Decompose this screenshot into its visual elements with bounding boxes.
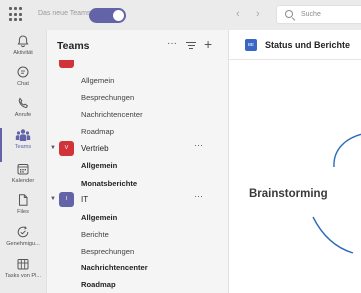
channel-badge: BE xyxy=(245,39,257,51)
approvals-icon xyxy=(17,226,29,238)
title-bar: Das neue Teams ‹ › Suche xyxy=(0,0,361,30)
channel-item[interactable]: Nachrichtencenter xyxy=(81,110,143,119)
team-more-icon[interactable]: ··· xyxy=(194,140,203,150)
rail-label: Chat xyxy=(17,81,29,87)
channel-item[interactable]: Roadmap xyxy=(81,127,114,136)
rail-item-tasks[interactable]: Tasks von Pl... xyxy=(0,257,46,293)
toggle-knob xyxy=(113,10,124,21)
search-icon xyxy=(285,10,293,18)
team-avatar: V xyxy=(59,141,74,156)
channel-item[interactable]: Allgemein xyxy=(81,161,117,170)
team-row-it[interactable]: ▼ I IT ··· xyxy=(47,190,229,210)
rail-label: Aktivität xyxy=(13,50,33,56)
search-box[interactable]: Suche xyxy=(276,5,361,24)
whiteboard-canvas[interactable]: Brainstorming xyxy=(229,61,361,293)
rail-item-files[interactable]: Files xyxy=(0,193,46,229)
chevron-down-icon[interactable]: ▼ xyxy=(50,145,56,151)
back-arrow-icon[interactable]: ‹ xyxy=(236,8,240,20)
teams-panel: Teams ··· + Allgemein Besprechungen Nach… xyxy=(46,30,228,293)
file-icon xyxy=(19,194,28,206)
rail-label: Kalender xyxy=(11,178,35,184)
new-teams-label: Das neue Teams xyxy=(38,10,91,17)
team-more-icon[interactable]: ··· xyxy=(194,191,203,201)
rail-label: Files xyxy=(17,209,29,215)
channel-item[interactable]: Besprechungen xyxy=(81,247,134,256)
channel-item[interactable]: Allgemein xyxy=(81,76,114,85)
bell-icon xyxy=(17,35,29,48)
rail-label: Anrufe xyxy=(14,112,32,118)
phone-icon xyxy=(18,97,29,109)
forward-arrow-icon[interactable]: › xyxy=(256,8,260,20)
panel-title: Teams xyxy=(57,40,90,52)
team-badge xyxy=(59,60,74,68)
tasks-icon xyxy=(17,259,29,270)
channel-item[interactable]: Nachrichtencenter xyxy=(81,263,148,272)
team-name: Vertrieb xyxy=(81,144,109,153)
filter-icon[interactable] xyxy=(186,42,196,50)
rail-item-anrufe[interactable]: Anrufe xyxy=(0,96,46,132)
app-launcher-icon[interactable] xyxy=(9,7,24,22)
more-options-icon[interactable]: ··· xyxy=(167,38,177,49)
team-name: IT xyxy=(81,195,89,204)
channel-item[interactable]: Allgemein xyxy=(81,213,117,222)
calendar-icon xyxy=(17,164,29,175)
channel-item[interactable]: Besprechungen xyxy=(81,93,134,102)
channel-item[interactable]: Berichte xyxy=(81,230,109,239)
search-input[interactable]: Suche xyxy=(301,11,321,18)
team-row-vertrieb[interactable]: ▼ V Vertrieb ··· xyxy=(47,139,229,159)
brainstorming-label: Brainstorming xyxy=(249,188,328,200)
app-rail: Aktivität Chat Anrufe Teams Kalender Fil… xyxy=(0,30,46,293)
teams-panel-header: Teams ··· + xyxy=(47,30,229,60)
channel-header: BE Status und Berichte xyxy=(229,30,361,60)
channel-title: Status und Berichte xyxy=(265,40,351,50)
rail-label: Tasks von Pl... xyxy=(4,273,42,279)
chat-icon xyxy=(17,66,29,78)
rail-item-teams[interactable]: Teams xyxy=(0,128,46,164)
add-team-button[interactable]: + xyxy=(204,36,212,52)
mindmap-curve xyxy=(312,133,361,254)
main-content: BE Status und Berichte Brainstorming xyxy=(228,30,361,293)
teams-icon xyxy=(15,129,31,141)
chevron-down-icon[interactable]: ▼ xyxy=(50,196,56,202)
rail-label: Genehmigu... xyxy=(6,241,40,247)
rail-label: Teams xyxy=(14,144,32,150)
team-avatar: I xyxy=(59,192,74,207)
channel-item[interactable]: Monatsberichte xyxy=(81,179,137,188)
rail-item-genehmigungen[interactable]: Genehmigu... xyxy=(0,225,46,261)
new-teams-toggle[interactable] xyxy=(89,8,126,23)
channel-item[interactable]: Roadmap xyxy=(81,280,116,289)
